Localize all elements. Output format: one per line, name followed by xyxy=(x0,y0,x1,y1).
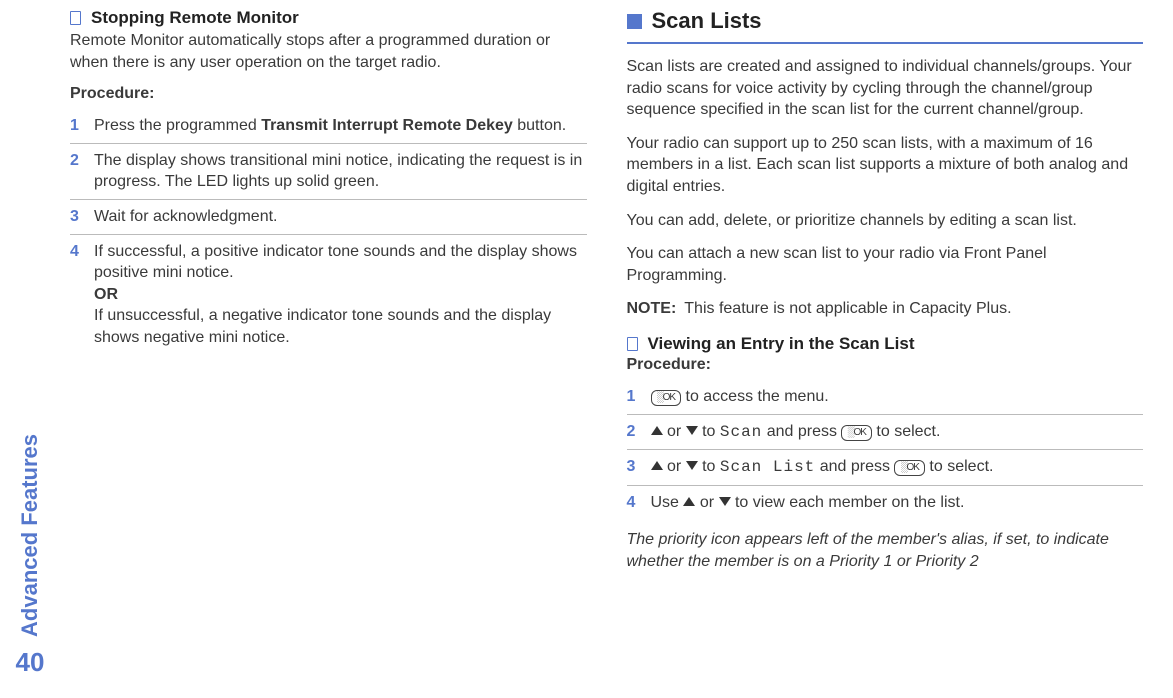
paragraph: Your radio can support up to 250 scan li… xyxy=(627,133,1144,198)
bold-text: Transmit Interrupt Remote Dekey xyxy=(261,117,513,134)
text: and press xyxy=(815,458,894,475)
step-text: Wait for acknowledgment. xyxy=(94,206,587,228)
square-icon xyxy=(627,14,642,29)
ok-key-icon: ░OK xyxy=(894,460,925,476)
step-number: 1 xyxy=(627,386,641,408)
menu-item-scanlist: Scan List xyxy=(720,458,815,476)
step-4: 4 If successful, a positive indicator to… xyxy=(70,235,587,355)
step-3: 3 or to Scan List and press ░OK to selec… xyxy=(627,450,1144,486)
step-2: 2 or to Scan and press ░OK to select. xyxy=(627,415,1144,451)
up-arrow-icon xyxy=(651,461,663,470)
step-4: 4 Use or to view each member on the list… xyxy=(627,486,1144,520)
text: If unsuccessful, a negative indicator to… xyxy=(94,307,551,346)
section-header-scanlists: Scan Lists xyxy=(627,8,1144,34)
note-text: This feature is not applicable in Capaci… xyxy=(684,298,1011,320)
step-text: ░OK to access the menu. xyxy=(651,386,1144,408)
side-chapter-label: Advanced Features xyxy=(17,434,43,637)
sidebar: Advanced Features 40 xyxy=(0,0,60,698)
text: to access the menu. xyxy=(681,388,829,405)
title-rule xyxy=(627,42,1144,44)
step-text: Use or to view each member on the list. xyxy=(651,492,1144,514)
page-number: 40 xyxy=(16,647,45,678)
text: to select. xyxy=(872,423,940,440)
section-header-stopping: Stopping Remote Monitor xyxy=(70,8,587,28)
doc-icon xyxy=(70,11,81,25)
text: Press the programmed xyxy=(94,117,261,134)
step-text: or to Scan List and press ░OK to select. xyxy=(651,456,1144,479)
step-text: The display shows transitional mini noti… xyxy=(94,150,587,193)
step-number: 4 xyxy=(627,492,641,514)
down-arrow-icon xyxy=(686,426,698,435)
subsection-title: Viewing an Entry in the Scan List xyxy=(648,334,915,354)
text: Use xyxy=(651,494,684,511)
subsection-header-viewentry: Viewing an Entry in the Scan List xyxy=(627,334,1144,354)
step-text: or to Scan and press ░OK to select. xyxy=(651,421,1144,444)
section-title: Scan Lists xyxy=(652,8,762,34)
up-arrow-icon xyxy=(651,426,663,435)
text: to select. xyxy=(925,458,993,475)
paragraph: Scan lists are created and assigned to i… xyxy=(627,56,1144,121)
intro-paragraph: Remote Monitor automatically stops after… xyxy=(70,30,587,73)
step-text: If successful, a positive indicator tone… xyxy=(94,241,587,349)
note: NOTE: This feature is not applicable in … xyxy=(627,298,1144,320)
page-content: Stopping Remote Monitor Remote Monitor a… xyxy=(60,0,1173,698)
step-number: 2 xyxy=(70,150,84,172)
step-number: 3 xyxy=(627,456,641,478)
step-number: 2 xyxy=(627,421,641,443)
procedure-label: Procedure: xyxy=(627,356,1144,374)
down-arrow-icon xyxy=(686,461,698,470)
step-3: 3 Wait for acknowledgment. xyxy=(70,200,587,235)
ok-key-icon: ░OK xyxy=(841,425,872,441)
up-arrow-icon xyxy=(683,497,695,506)
text: If successful, a positive indicator tone… xyxy=(94,243,577,282)
text: or xyxy=(663,423,686,440)
step-1: 1 ░OK to access the menu. xyxy=(627,380,1144,415)
doc-icon xyxy=(627,337,638,351)
paragraph: You can attach a new scan list to your r… xyxy=(627,243,1144,286)
text: and press xyxy=(762,423,841,440)
text: to view each member on the list. xyxy=(731,494,965,511)
paragraph: You can add, delete, or prioritize chann… xyxy=(627,210,1144,232)
step-text: Press the programmed Transmit Interrupt … xyxy=(94,115,587,137)
step-number: 4 xyxy=(70,241,84,263)
text: to xyxy=(698,423,720,440)
right-column: Scan Lists Scan lists are created and as… xyxy=(627,8,1144,678)
footer-note: The priority icon appears left of the me… xyxy=(627,529,1144,572)
text: button. xyxy=(513,117,566,134)
section-title: Stopping Remote Monitor xyxy=(91,8,299,28)
note-label: NOTE: xyxy=(627,298,677,320)
left-column: Stopping Remote Monitor Remote Monitor a… xyxy=(70,8,587,678)
text: or xyxy=(663,458,686,475)
menu-item-scan: Scan xyxy=(720,423,762,441)
text: or xyxy=(695,494,718,511)
procedure-label: Procedure: xyxy=(70,85,587,103)
step-number: 3 xyxy=(70,206,84,228)
step-1: 1 Press the programmed Transmit Interrup… xyxy=(70,109,587,144)
ok-key-icon: ░OK xyxy=(651,390,682,406)
step-number: 1 xyxy=(70,115,84,137)
down-arrow-icon xyxy=(719,497,731,506)
text: to xyxy=(698,458,720,475)
step-2: 2 The display shows transitional mini no… xyxy=(70,144,587,200)
or-label: OR xyxy=(94,286,118,303)
